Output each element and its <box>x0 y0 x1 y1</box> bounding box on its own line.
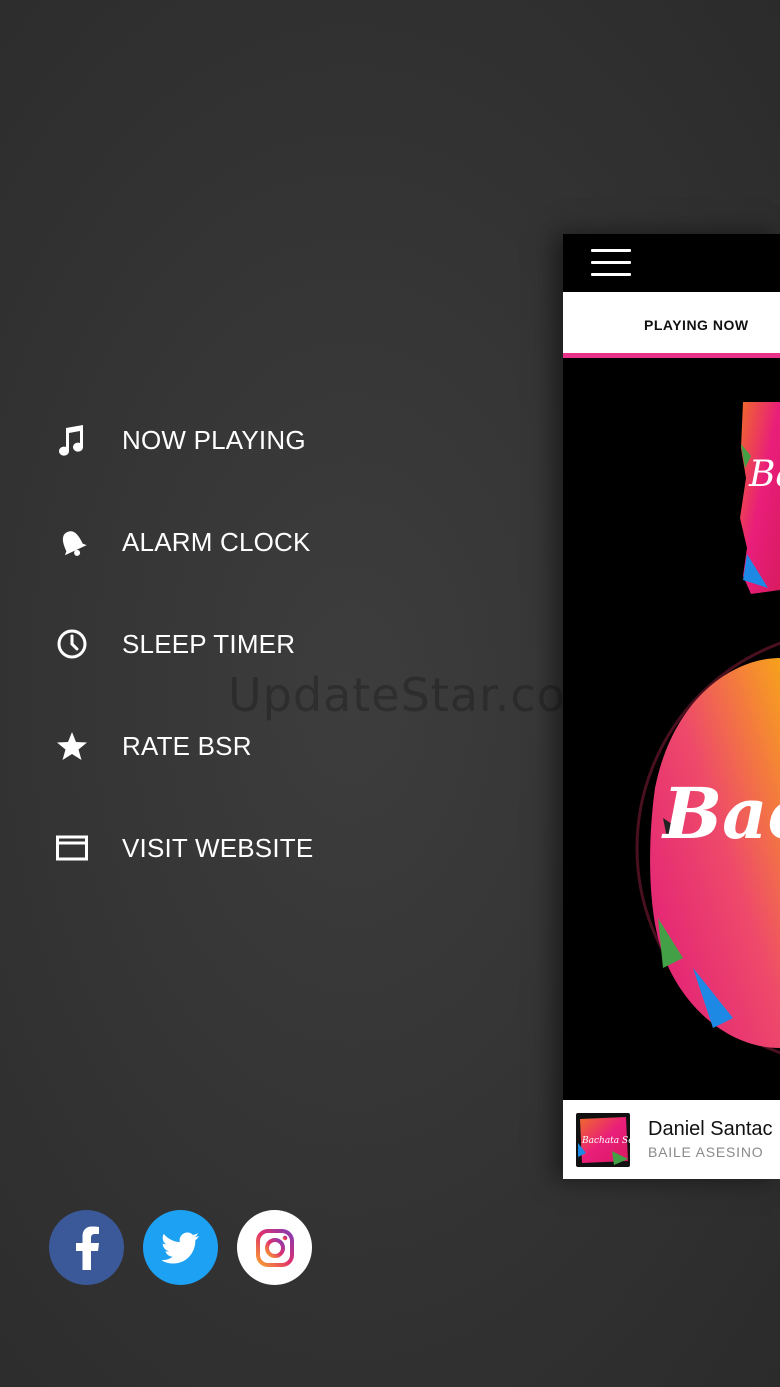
tab-bar: PLAYING NOW <box>563 292 780 358</box>
facebook-button[interactable] <box>49 1210 124 1285</box>
menu-item-label: SLEEP TIMER <box>122 628 296 659</box>
menu-item-now-playing[interactable]: NOW PLAYING <box>52 410 472 470</box>
menu-item-label: VISIT WEBSITE <box>122 832 314 863</box>
menu-item-sleep-timer[interactable]: SLEEP TIMER <box>52 614 472 674</box>
menu-item-label: ALARM CLOCK <box>122 526 311 557</box>
album-art-area: Ba Bac <box>563 358 780 1100</box>
watermark: UpdateStar.com <box>228 668 612 722</box>
main-panel[interactable]: PLAYING NOW Ba Bac Bac <box>563 234 780 1179</box>
menu-item-visit-website[interactable]: VISIT WEBSITE <box>52 818 472 878</box>
hamburger-menu-icon[interactable] <box>591 249 631 277</box>
menu-item-label: RATE BSR <box>122 730 252 761</box>
twitter-icon <box>161 1232 199 1263</box>
track-artist: Daniel Santac <box>648 1118 773 1140</box>
menu-item-label: NOW PLAYING <box>122 424 306 455</box>
bell-icon <box>52 522 92 562</box>
now-playing-bar[interactable]: Bachata Sensual Daniel Santac BAILE ASES… <box>563 1100 780 1179</box>
twitter-button[interactable] <box>143 1210 218 1285</box>
track-thumbnail: Bachata Sensual <box>576 1113 630 1167</box>
menu-item-rate-bsr[interactable]: RATE BSR <box>52 716 472 776</box>
music-note-icon <box>52 420 92 460</box>
album-artwork: Ba Bac <box>635 402 780 1055</box>
instagram-icon <box>255 1228 294 1267</box>
star-icon <box>52 726 92 766</box>
artwork-text-main: Bac <box>661 772 780 855</box>
instagram-button[interactable] <box>237 1210 312 1285</box>
thumbnail-text: Bachata Sensual <box>581 1136 630 1146</box>
artwork-text-top: Ba <box>748 454 780 495</box>
top-bar <box>563 234 780 292</box>
menu-item-alarm-clock[interactable]: ALARM CLOCK <box>52 512 472 572</box>
facebook-icon <box>75 1226 99 1270</box>
track-title: BAILE ASESINO <box>648 1144 764 1160</box>
clock-icon <box>52 624 92 664</box>
tab-playing-now[interactable]: PLAYING NOW <box>644 317 749 333</box>
browser-window-icon <box>52 828 92 868</box>
